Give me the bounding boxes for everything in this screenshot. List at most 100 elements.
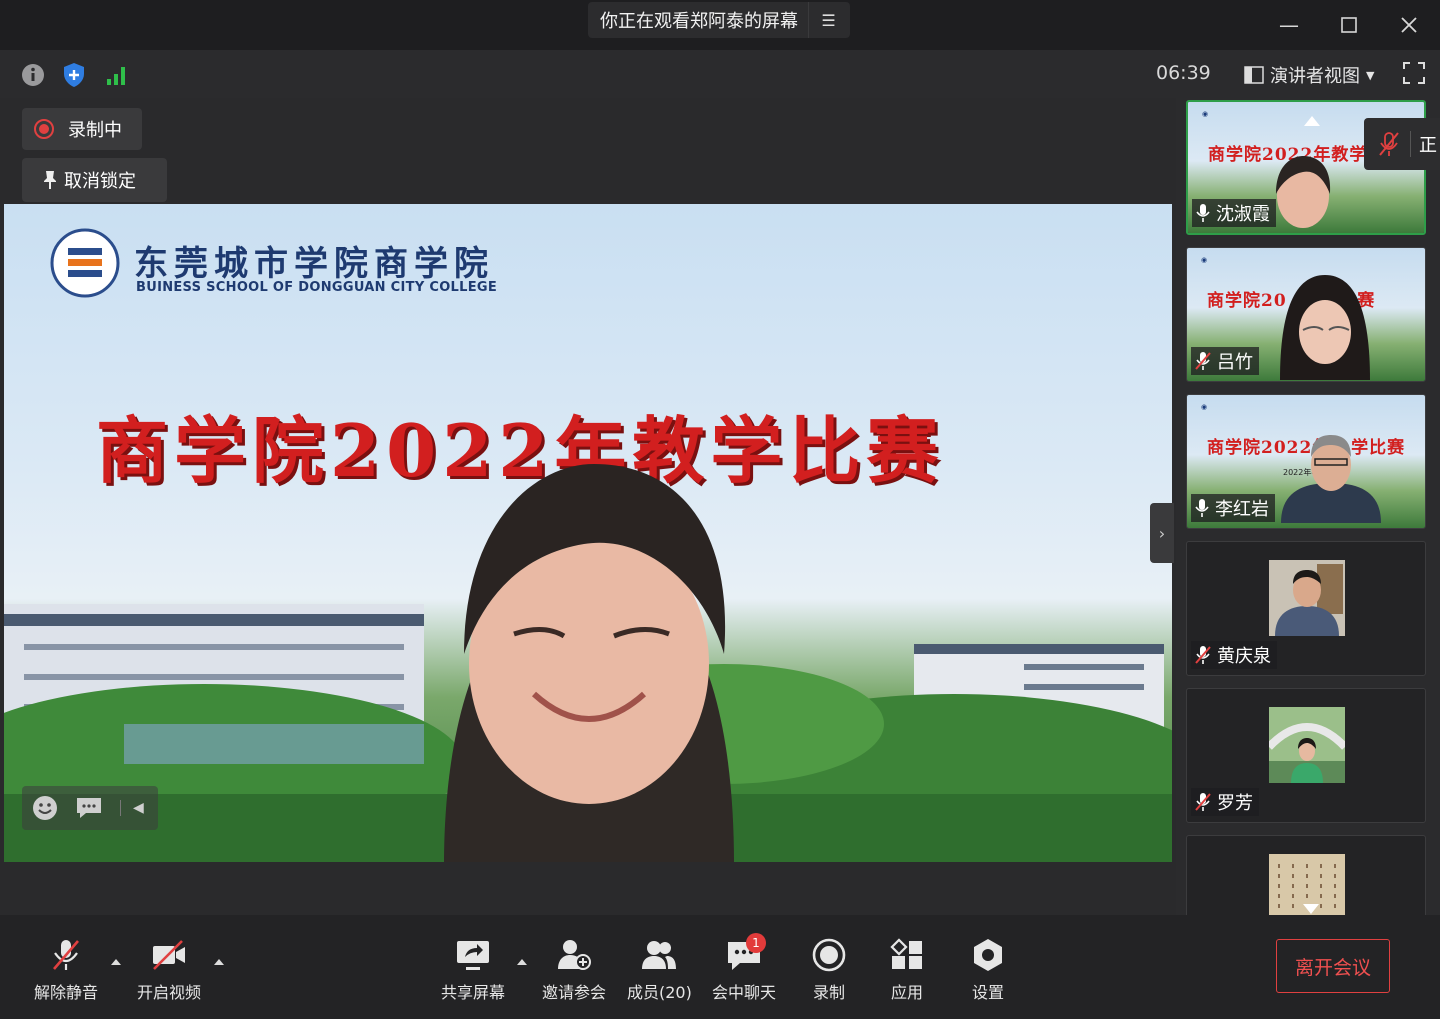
muted-microphone-icon [1195, 793, 1211, 811]
layout-icon [1244, 66, 1264, 84]
recording-label: 录制中 [68, 120, 122, 141]
watching-label: 你正在观看郑阿泰的屏幕 [600, 11, 798, 32]
muted-microphone-icon [1195, 646, 1211, 664]
security-shield-icon[interactable] [61, 62, 87, 88]
participant-name: 吕竹 [1217, 352, 1253, 373]
participant-nameplate: 罗芳 [1191, 788, 1259, 816]
toggle-sidebar-button[interactable]: › [1150, 503, 1174, 563]
main-stage-area: 录制中 取消锁定 东莞城市学院商学院 BUINESS SCHOOL OF DON… [0, 98, 1176, 915]
floating-mute-panel[interactable]: 正 [1364, 118, 1440, 170]
participant-name: 沈淑霞 [1216, 204, 1270, 225]
minimize-icon[interactable]: — [1274, 10, 1304, 40]
start-video-button[interactable]: 开启视频 [137, 937, 201, 1003]
record-label: 录制 [812, 983, 845, 1002]
apps-label: 应用 [890, 983, 923, 1002]
emoji-icon[interactable] [32, 795, 58, 821]
unmute-label: 解除静音 [34, 983, 99, 1002]
microphone-icon [1195, 499, 1209, 517]
invite-button[interactable]: 邀请参会 [542, 937, 606, 1003]
leave-meeting-button[interactable]: 离开会议 [1276, 939, 1390, 993]
participant-tile[interactable]: ◉ 商学院2022年 学比赛 2022年4月 李红岩 [1186, 394, 1426, 529]
comment-icon[interactable] [76, 796, 102, 820]
start-video-label: 开启视频 [137, 983, 202, 1002]
participant-tile[interactable]: 罗芳 [1186, 688, 1426, 823]
scroll-down-icon[interactable] [1303, 904, 1319, 914]
shared-screen: 东莞城市学院商学院 BUINESS SCHOOL OF DONGGUAN CIT… [4, 204, 1172, 862]
video-options-caret-icon[interactable] [214, 959, 224, 965]
school-name-cn: 东莞城市学院商学院 [134, 244, 494, 284]
title-bar: 你正在观看郑阿泰的屏幕 ☰ — [0, 0, 1440, 50]
gear-icon [974, 939, 1002, 971]
audio-options-caret-icon[interactable] [111, 959, 121, 965]
settings-label: 设置 [971, 983, 1004, 1002]
participant-nameplate: 吕竹 [1191, 347, 1259, 375]
participant-nameplate: 李红岩 [1191, 494, 1275, 522]
speaker-view-button[interactable]: 演讲者视图 ▼ [1244, 62, 1374, 88]
muted-microphone-icon [1379, 132, 1399, 156]
recording-indicator[interactable]: 录制中 [22, 108, 142, 150]
meeting-info-bar: 06:39 演讲者视图 ▼ [0, 50, 1440, 98]
members-icon [642, 941, 677, 969]
participant-avatar [1269, 707, 1345, 783]
collapse-left-icon[interactable]: ◀ [120, 800, 144, 816]
tile-logo: ◉ [1202, 110, 1209, 118]
add-user-icon [558, 940, 591, 970]
pin-icon [44, 171, 56, 189]
share-screen-label: 共享屏幕 [441, 983, 506, 1002]
participant-name: 罗芳 [1217, 793, 1253, 814]
info-icon[interactable] [20, 62, 46, 88]
signal-strength-icon[interactable] [104, 62, 130, 88]
members-label: 成员(20) [627, 983, 692, 1002]
settings-button[interactable]: 设置 [970, 937, 1006, 1003]
participant-tile[interactable]: ◉ 商学院20 学比赛 吕竹 [1186, 247, 1426, 382]
tile-logo: ◉ [1201, 256, 1208, 264]
tile-logo: ◉ [1201, 403, 1208, 411]
presenter-video [444, 464, 734, 862]
fullscreen-icon[interactable] [1403, 62, 1425, 84]
chat-label: 会中聊天 [712, 983, 777, 1002]
share-screen-button[interactable]: 共享屏幕 [441, 937, 505, 1003]
share-menu-icon[interactable]: ☰ [808, 2, 848, 38]
muted-microphone-icon [1195, 352, 1211, 370]
unpin-button[interactable]: 取消锁定 [22, 158, 167, 202]
participant-name: 李红岩 [1215, 499, 1269, 520]
share-screen-icon [457, 941, 489, 970]
school-logo [50, 228, 120, 298]
school-name-en: BUINESS SCHOOL OF DONGGUAN CITY COLLEGE [136, 280, 498, 295]
meeting-timer: 06:39 [1156, 62, 1211, 84]
unpin-label: 取消锁定 [64, 171, 136, 192]
participant-video [1280, 275, 1370, 380]
members-button[interactable]: 成员(20) [627, 937, 692, 1003]
participant-nameplate: 黄庆泉 [1191, 641, 1277, 669]
invite-label: 邀请参会 [542, 983, 607, 1002]
participant-tile[interactable] [1186, 835, 1426, 915]
participant-video [1281, 435, 1381, 523]
record-button[interactable]: 录制 [811, 937, 847, 1003]
reaction-toolbar: ◀ [22, 786, 158, 830]
screen-share-indicator: 你正在观看郑阿泰的屏幕 ☰ [588, 2, 850, 38]
record-dot-icon [34, 119, 54, 139]
muted-microphone-icon [53, 940, 79, 970]
chat-unread-badge: 1 [746, 933, 766, 953]
unmute-button[interactable]: 解除静音 [34, 937, 98, 1003]
chat-button[interactable]: 会中聊天 [712, 937, 776, 1003]
participant-gallery: ◉ 商学院2022年教学 沈淑霞 ◉ 商学院20 学比赛 吕竹 ◉ 商学院202… [1176, 98, 1440, 915]
participant-name: 黄庆泉 [1217, 646, 1271, 667]
speaker-view-label: 演讲者视图 [1270, 66, 1360, 87]
meeting-controls: 解除静音 开启视频 共享屏幕 邀请参会 成员(20) 会中聊天 1 录制 应用 … [0, 915, 1440, 1019]
apps-icon [890, 938, 922, 969]
chevron-down-icon: ▼ [1366, 68, 1375, 82]
microphone-icon [1196, 204, 1210, 222]
scroll-up-icon[interactable] [1304, 116, 1320, 126]
chevron-right-icon: › [1158, 523, 1166, 543]
share-options-caret-icon[interactable] [517, 959, 527, 965]
apps-button[interactable]: 应用 [889, 937, 925, 1003]
floating-text: 正 [1410, 131, 1437, 157]
participant-tile[interactable]: 黄庆泉 [1186, 541, 1426, 676]
record-icon [812, 938, 846, 972]
maximize-icon[interactable] [1334, 10, 1364, 40]
video-off-icon [153, 940, 185, 970]
participant-avatar [1269, 560, 1345, 636]
close-icon[interactable] [1394, 10, 1424, 40]
participant-video [1276, 156, 1331, 228]
